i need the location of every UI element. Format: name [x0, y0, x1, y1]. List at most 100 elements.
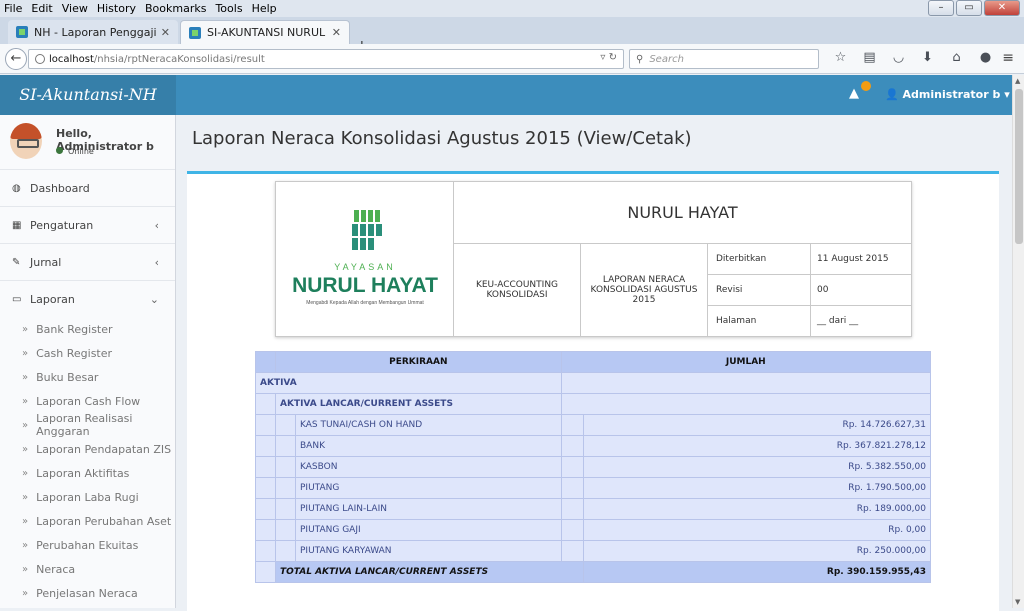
close-icon[interactable]: ✕	[161, 26, 170, 39]
chat-icon[interactable]: ●	[971, 50, 1000, 65]
url-bar[interactable]: localhost/nhsia/rptNeracaKonsolidasi/res…	[28, 49, 624, 69]
menu-history[interactable]: History	[97, 2, 136, 15]
account-name: KAS TUNAI/CASH ON HAND	[295, 414, 562, 436]
submenu-item[interactable]: » Laporan Perubahan Aset	[0, 509, 175, 533]
sidebar-item-label: Jurnal	[30, 255, 62, 269]
page-scrollbar[interactable]: ▲ ▼	[1012, 75, 1024, 608]
double-chevron-right-icon: »	[22, 515, 29, 527]
tab-si-akuntansi[interactable]: SI-AKUNTANSI NURUL HA... ✕	[180, 20, 350, 44]
submenu-label: Laporan Cash Flow	[36, 394, 141, 408]
navigation-bar: ← localhost/nhsia/rptNeracaKonsolidasi/r…	[0, 44, 1024, 74]
submenu-item[interactable]: » Laporan Realisasi Anggaran	[0, 412, 175, 438]
dashboard-icon: ◍	[12, 182, 21, 194]
double-chevron-right-icon: »	[22, 539, 29, 551]
edit-icon: ✎	[12, 256, 21, 268]
menu-edit[interactable]: Edit	[31, 2, 52, 15]
scrollbar-thumb[interactable]	[1015, 89, 1023, 244]
tab-laporan-penggajian[interactable]: NH - Laporan Penggajian ... ✕	[8, 20, 178, 44]
double-chevron-right-icon: »	[22, 323, 29, 335]
logo-tagline-text: Mengabdi Kepada Allah dengan Membangun U…	[306, 300, 424, 306]
submenu-label: Perubahan Ekuitas	[36, 538, 139, 552]
warning-icon[interactable]: ▲	[849, 81, 871, 101]
search-icon: ⚲	[636, 53, 644, 65]
field-diterbitkan: Diterbitkan 11 August 2015	[708, 244, 911, 275]
org-name: NURUL HAYAT	[454, 182, 911, 244]
window-controls: – ▭ ✕	[926, 0, 1020, 16]
submenu-item[interactable]: » Laporan Pendapatan ZIS	[0, 437, 175, 461]
toolbar-icons: ☆ ▤ ◡ ⬇ ⌂ ●	[826, 50, 1000, 65]
field-revisi: Revisi 00	[708, 275, 911, 306]
submenu-item[interactable]: » Neraca	[0, 557, 175, 581]
minimize-button[interactable]: –	[928, 0, 954, 16]
field-value: 11 August 2015	[810, 244, 911, 274]
column-header-jumlah: JUMLAH	[560, 351, 932, 373]
status-badge: Online	[56, 147, 94, 156]
reload-icon[interactable]: ▿ ↻	[600, 52, 617, 63]
user-panel: Hello, Administrator b Online	[0, 115, 175, 169]
submenu-label: Neraca	[36, 562, 76, 576]
double-chevron-right-icon: »	[22, 563, 29, 575]
submenu-item[interactable]: » Penjelasan Neraca	[0, 581, 175, 605]
account-amount: Rp. 0,00	[582, 519, 932, 541]
menu-bookmarks[interactable]: Bookmarks	[145, 2, 206, 15]
table-row: KASBON Rp. 5.382.550,00	[255, 456, 932, 478]
hamburger-menu-icon[interactable]: ≡	[1002, 50, 1014, 66]
account-name: PIUTANG	[295, 477, 562, 499]
sidebar-item-laporan[interactable]: ▭ Laporan ⌄	[0, 280, 175, 317]
sidebar: Hello, Administrator b Online ◍ Dashboar…	[0, 115, 176, 608]
user-menu[interactable]: 👤 Administrator b ▾	[885, 88, 1010, 101]
double-chevron-right-icon: »	[22, 347, 29, 359]
sidebar-item-jurnal[interactable]: ✎ Jurnal ‹	[0, 243, 175, 280]
reading-list-icon[interactable]: ▤	[855, 50, 884, 65]
account-amount: Rp. 14.726.627,31	[582, 414, 932, 436]
maximize-button[interactable]: ▭	[956, 0, 982, 16]
field-label: Revisi	[716, 285, 743, 295]
account-amount: Rp. 367.821.278,12	[582, 435, 932, 457]
menu-view[interactable]: View	[62, 2, 88, 15]
back-button[interactable]: ←	[5, 48, 27, 70]
account-name: BANK	[295, 435, 562, 457]
tab-title: SI-AKUNTANSI NURUL HA...	[207, 26, 328, 39]
home-icon[interactable]: ⌂	[942, 50, 971, 65]
close-window-button[interactable]: ✕	[984, 0, 1020, 16]
submenu-item[interactable]: » Laporan Laba Rugi	[0, 485, 175, 509]
account-name: PIUTANG GAJI	[295, 519, 562, 541]
double-chevron-right-icon: »	[22, 395, 29, 407]
submenu-item[interactable]: » Buku Besar	[0, 365, 175, 389]
sidebar-item-pengaturan[interactable]: ▦ Pengaturan ‹	[0, 206, 175, 243]
menu-tools[interactable]: Tools	[215, 2, 242, 15]
submenu-label: Penjelasan Neraca	[36, 586, 138, 600]
field-value: __ dari __	[810, 306, 911, 336]
favicon-icon	[189, 26, 201, 39]
submenu-item[interactable]: » Perubahan Ekuitas	[0, 533, 175, 557]
chevron-left-icon: ‹	[154, 218, 159, 232]
scroll-up-icon[interactable]: ▲	[1015, 77, 1020, 85]
double-chevron-right-icon: »	[22, 371, 29, 383]
pocket-icon[interactable]: ◡	[884, 50, 913, 65]
submenu-label: Laporan Aktifitas	[36, 466, 130, 480]
submenu-item[interactable]: » Bank Register	[0, 317, 175, 341]
total-amount: Rp. 390.159.955,43	[582, 561, 932, 583]
avatar	[10, 123, 42, 159]
field-label: Halaman	[716, 316, 757, 326]
dept-name: KEU-ACCOUNTING KONSOLIDASI	[454, 244, 581, 336]
sidebar-item-dashboard[interactable]: ◍ Dashboard	[0, 169, 175, 206]
menu-help[interactable]: Help	[252, 2, 277, 15]
search-input[interactable]: ⚲ Search	[629, 49, 819, 69]
scroll-down-icon[interactable]: ▼	[1015, 598, 1020, 606]
submenu-item[interactable]: » Laporan Cash Flow	[0, 389, 175, 413]
menu-file[interactable]: File	[4, 2, 22, 15]
download-icon[interactable]: ⬇	[913, 50, 942, 65]
search-placeholder: Search	[649, 53, 684, 65]
double-chevron-right-icon: »	[22, 587, 29, 599]
submenu-item[interactable]: » Laporan Aktifitas	[0, 461, 175, 485]
logo-name-text: NURUL HAYAT	[292, 274, 438, 297]
submenu-item[interactable]: » Cash Register	[0, 341, 175, 365]
app-logo[interactable]: SI-Akuntansi-NH	[0, 75, 176, 115]
chevron-down-icon: ⌄	[149, 292, 159, 306]
account-amount: Rp. 250.000,00	[582, 540, 932, 562]
close-icon[interactable]: ✕	[332, 26, 341, 39]
bookmark-star-icon[interactable]: ☆	[826, 50, 855, 65]
table-row: PIUTANG LAIN-LAIN Rp. 189.000,00	[255, 498, 932, 520]
table-row: PIUTANG GAJI Rp. 0,00	[255, 519, 932, 541]
